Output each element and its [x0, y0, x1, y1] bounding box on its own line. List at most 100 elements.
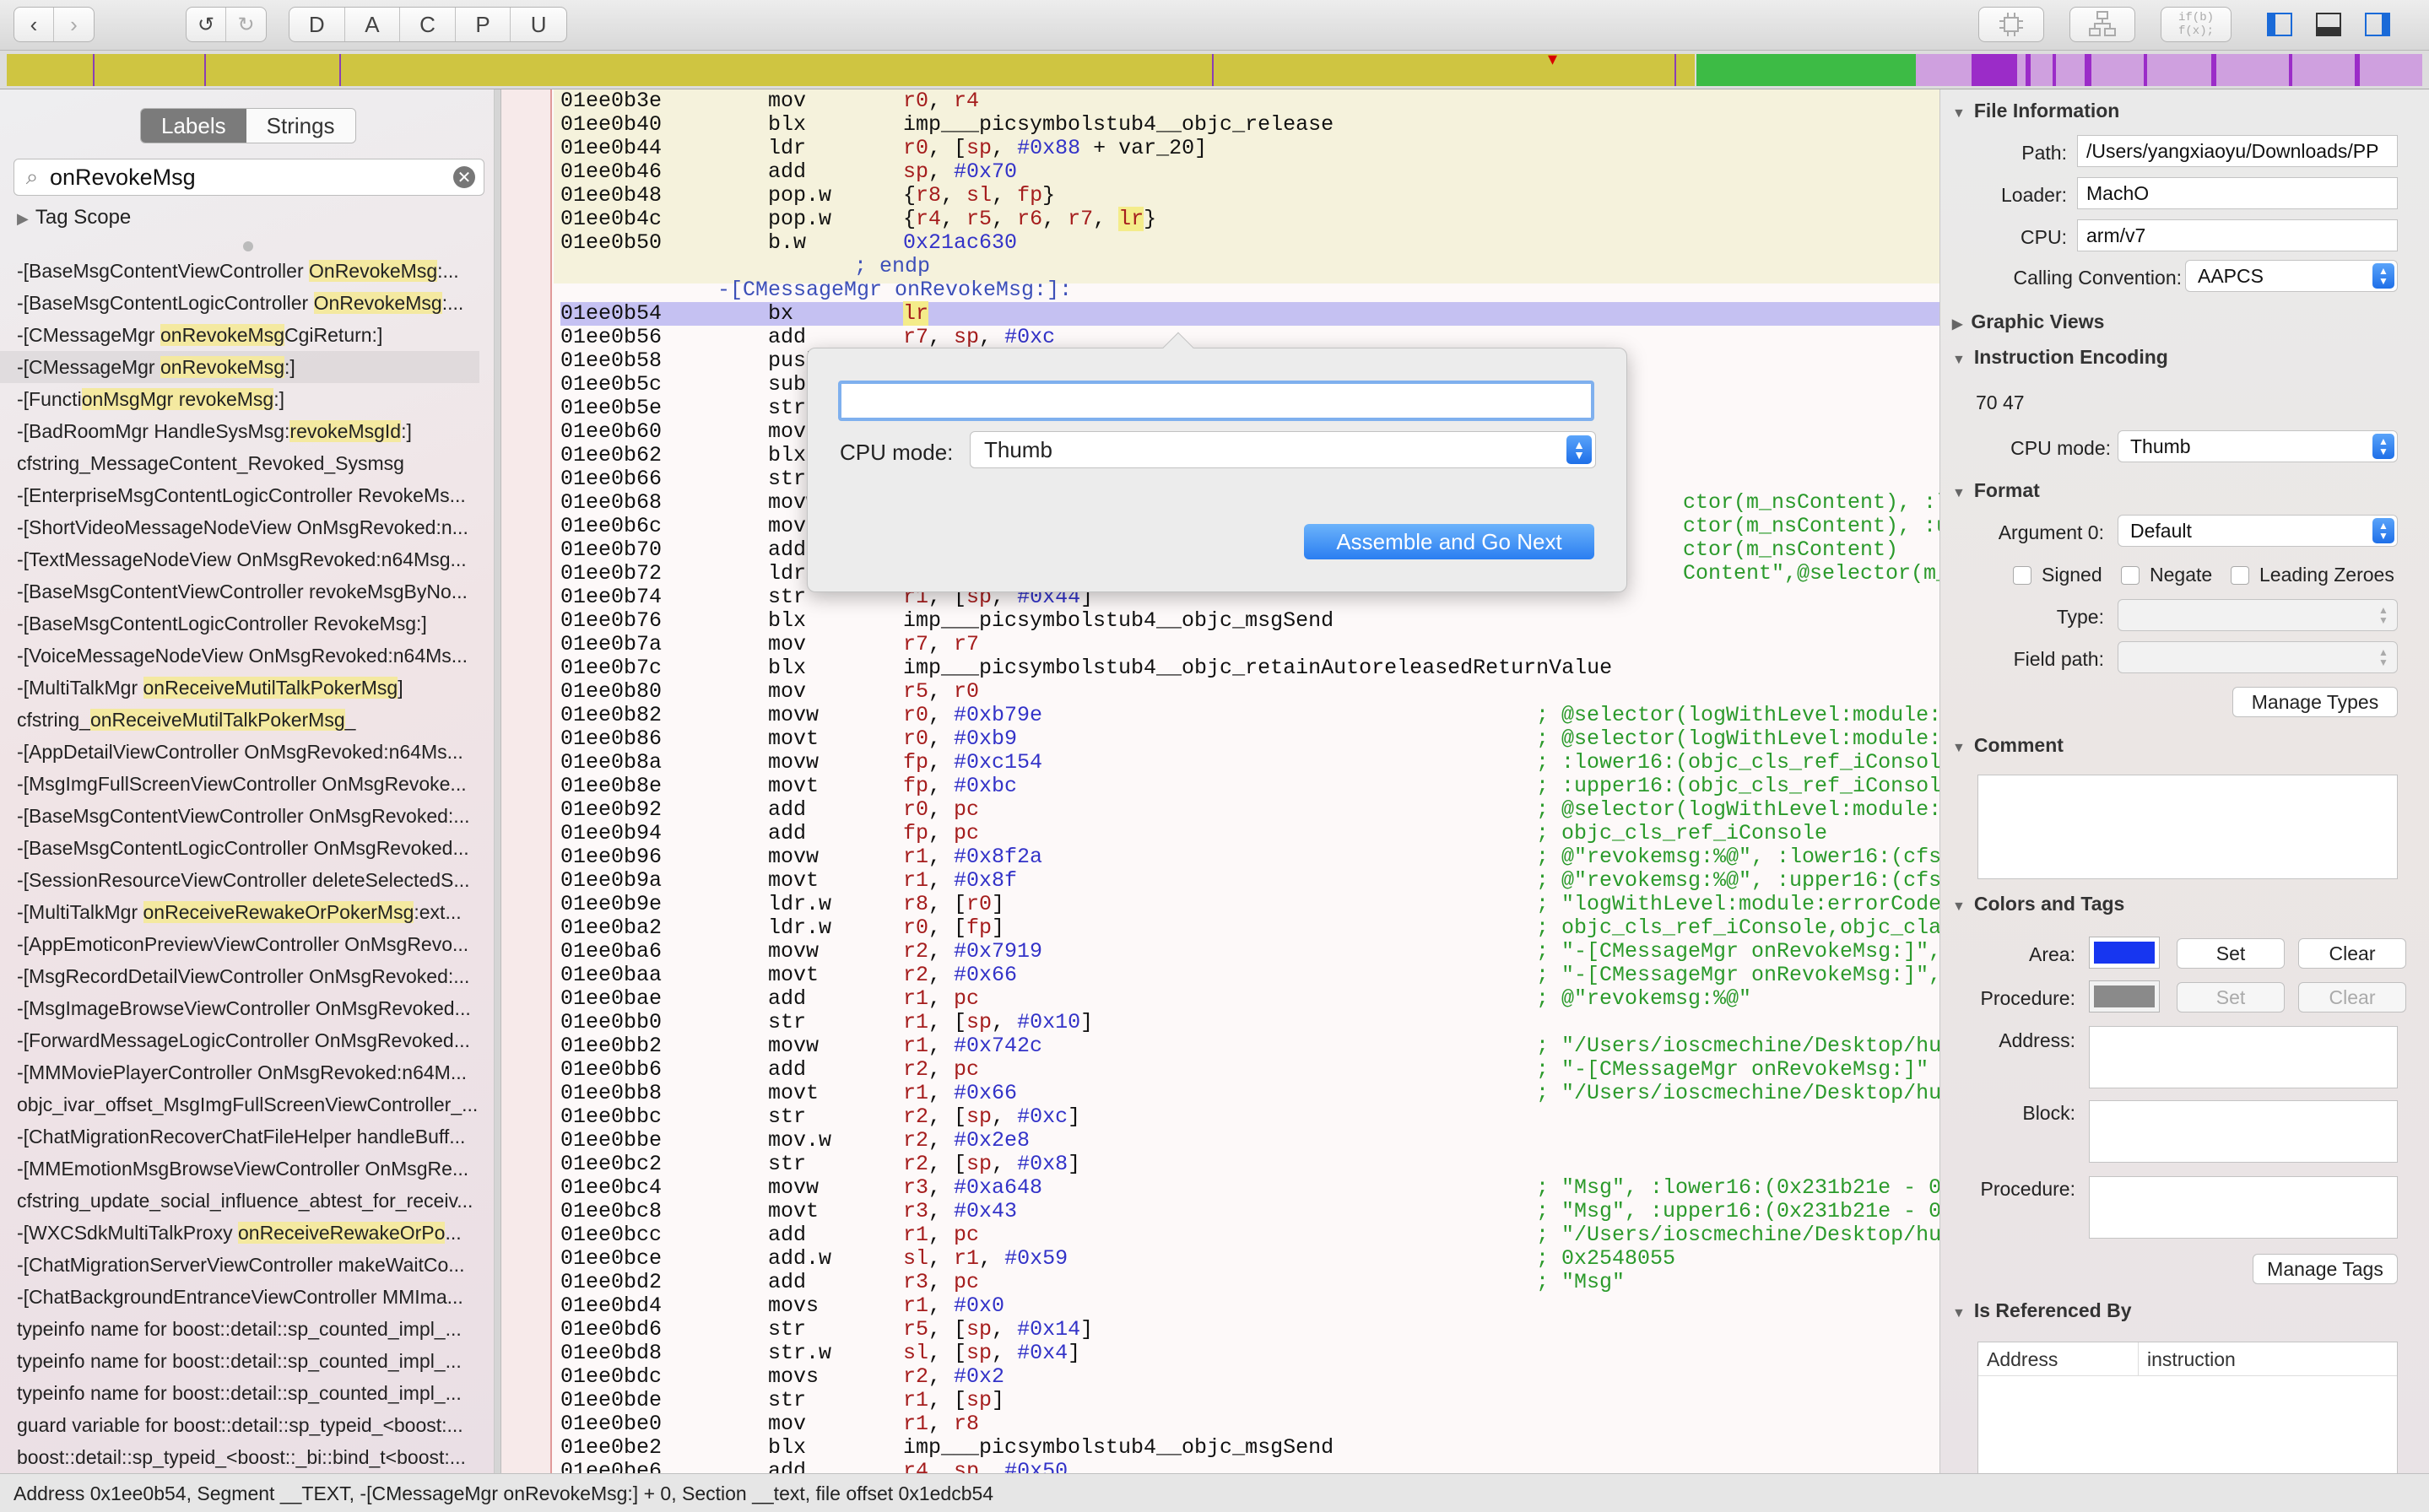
area-set-button[interactable]: Set — [2177, 938, 2285, 969]
label-list-item[interactable]: -[BaseMsgContentViewController OnMsgRevo… — [0, 800, 479, 832]
refs-col-instruction[interactable]: instruction — [2139, 1342, 2236, 1375]
label-list-item[interactable]: -[MsgImageBrowseViewController OnMsgRevo… — [0, 992, 479, 1024]
instruction-line[interactable]: 01ee0ba6 movw r2, #0x7919 ; "-[CMessageMgr … — [560, 940, 1939, 964]
instruction-line[interactable]: 01ee0b46 add sp, #0x70 — [560, 160, 1939, 184]
procedure-tags-field[interactable] — [2089, 1176, 2398, 1239]
procedure-end-line[interactable]: ; endp — [560, 255, 1939, 278]
label-list-item[interactable]: -[AppDetailViewController OnMsgRevoked:n… — [0, 736, 479, 768]
comment-textarea[interactable] — [1977, 775, 2398, 879]
instruction-line[interactable]: 01ee0bc8 movt r3, #0x43 ; "Msg", :upper16:(… — [560, 1200, 1939, 1223]
instruction-line[interactable]: 01ee0b50 b.w 0x21ac630 — [560, 231, 1939, 255]
instruction-line[interactable]: 01ee0b8e movt fp, #0xbc ; :upper16:(objc_cl… — [560, 775, 1939, 798]
segment-navigation-bar[interactable]: ▾ — [0, 51, 2429, 89]
instruction-line[interactable]: 01ee0bd8 str.w sl, [sp, #0x4] — [560, 1342, 1939, 1365]
label-list-item[interactable]: typeinfo name for boost::detail::sp_coun… — [0, 1377, 479, 1409]
label-list-item[interactable]: -[CMessageMgr onRevokeMsg:] — [0, 351, 479, 383]
instruction-line[interactable]: 01ee0bb2 movw r1, #0x742c ; "/Users/ioscmec… — [560, 1034, 1939, 1058]
instruction-line[interactable]: 01ee0b86 movt r0, #0xb9 ; @selector(logWith… — [560, 727, 1939, 751]
assembly-instruction-input[interactable] — [838, 381, 1594, 421]
back-button[interactable]: ‹ — [14, 8, 55, 41]
label-list-item[interactable]: -[ShortVideoMessageNodeView OnMsgRevoked… — [0, 511, 479, 543]
split-handle-dot[interactable] — [243, 241, 253, 251]
label-search-input[interactable] — [50, 164, 453, 191]
instruction-line[interactable]: 01ee0bde str r1, [sp] — [560, 1389, 1939, 1412]
left-pane-toggle[interactable] — [2255, 7, 2304, 42]
instruction-line[interactable]: 01ee0b76 blx imp___picsymbolstub4__objc_ms… — [560, 609, 1939, 633]
label-list-item[interactable]: -[WXCSdkMultiTalkProxy onReceiveRewakeOr… — [0, 1217, 479, 1249]
instruction-line[interactable]: 01ee0ba2 ldr.w r0, [fp] ; objc_cls_ref_iCon… — [560, 916, 1939, 940]
undo-button[interactable]: ↺ — [187, 8, 227, 41]
procedure-label-line[interactable]: -[CMessageMgr onRevokeMsg:]: — [560, 278, 1939, 302]
label-list-item[interactable]: -[TextMessageNodeView OnMsgRevoked:n64Ms… — [0, 543, 479, 575]
loader-field[interactable]: MachO — [2077, 177, 2398, 209]
colors-and-tags-header[interactable]: ▼ Colors and Tags — [1952, 893, 2124, 915]
instruction-line[interactable]: 01ee0b80 mov r5, r0 — [560, 680, 1939, 704]
procedure-clear-button[interactable]: Clear — [2298, 982, 2406, 1012]
label-list-item[interactable]: cfstring_onReceiveMutilTalkPokerMsg_ — [0, 704, 479, 736]
area-color-well[interactable] — [2089, 937, 2160, 969]
instruction-line[interactable]: 01ee0be6 add r4, sp, #0x50 — [560, 1460, 1939, 1474]
instruction-line[interactable]: 01ee0bbc str r2, [sp, #0xc] — [560, 1105, 1939, 1129]
comment-header[interactable]: ▼ Comment — [1952, 734, 2064, 757]
instruction-line[interactable]: 01ee0b92 add r0, pc ; @selector(logWithLeve… — [560, 798, 1939, 822]
label-list-item[interactable]: boost::detail::sp_typeid_<boost::_bi::bi… — [0, 1441, 479, 1473]
label-list-item[interactable]: -[MsgRecordDetailViewController OnMsgRev… — [0, 960, 479, 992]
mode-code-button[interactable]: C — [400, 8, 456, 41]
instruction-line[interactable]: 01ee0baa movt r2, #0x66 ; "-[CMessageMgr on… — [560, 964, 1939, 987]
forward-button[interactable]: › — [54, 8, 94, 41]
instruction-line[interactable]: 01ee0bb0 str r1, [sp, #0x10] — [560, 1011, 1939, 1034]
block-tags-field[interactable] — [2089, 1100, 2398, 1163]
instruction-line[interactable]: 01ee0b40 blx imp___picsymbolstub4__objc_re… — [560, 113, 1939, 137]
argument-format-select[interactable]: Default ▲ ▼ — [2118, 515, 2398, 547]
instruction-line[interactable]: 01ee0b8a movw fp, #0xc154 ; :lower16:(objc_… — [560, 751, 1939, 775]
label-list-item[interactable]: typeinfo name for boost::detail::sp_coun… — [0, 1345, 479, 1377]
label-list-item[interactable]: -[FunctionMsgMgr revokeMsg:] — [0, 383, 479, 415]
label-list-item[interactable]: -[BaseMsgContentViewController OnRevokeM… — [0, 255, 479, 287]
label-list-item[interactable]: -[MMMoviePlayerController OnMsgRevoked:n… — [0, 1056, 479, 1088]
tab-labels[interactable]: Labels — [141, 109, 246, 143]
manage-types-button[interactable]: Manage Types — [2232, 687, 2398, 717]
bottom-pane-toggle[interactable] — [2304, 7, 2353, 42]
instruction-line[interactable]: 01ee0b4c pop.w {r4, r5, r6, r7, lr} — [560, 207, 1939, 231]
refs-col-address[interactable]: Address — [1978, 1342, 2139, 1375]
signed-checkbox[interactable]: Signed — [2013, 564, 2102, 586]
instruction-line[interactable]: 01ee0be2 blx imp___picsymbolstub4__objc_ms… — [560, 1436, 1939, 1460]
label-list-item[interactable]: -[BadRoomMgr HandleSysMsg:revokeMsgId:] — [0, 415, 479, 447]
flowchart-button[interactable] — [2069, 7, 2135, 42]
label-list-item[interactable]: -[BaseMsgContentLogicController RevokeMs… — [0, 608, 479, 640]
instruction-line[interactable]: 01ee0be0 mov r1, r8 — [560, 1412, 1939, 1436]
encoding-cpu-mode-select[interactable]: Thumb ▲ ▼ — [2118, 430, 2398, 462]
disassembly-view[interactable]: 01ee0b3e mov r0, r4 01ee0b40 blx imp___picsym… — [501, 89, 1939, 1473]
label-list-item[interactable]: cfstring_update_social_influence_abtest_… — [0, 1185, 479, 1217]
right-pane-toggle[interactable] — [2353, 7, 2402, 42]
redo-button[interactable]: ↻ — [226, 8, 266, 41]
procedure-color-well[interactable] — [2089, 980, 2160, 1012]
sidebar-splitter[interactable] — [495, 89, 501, 1473]
tag-scope-disclosure[interactable]: ▶ Tag Scope — [17, 206, 131, 230]
path-field[interactable]: /Users/yangxiaoyu/Downloads/PP — [2077, 135, 2398, 167]
label-list-item[interactable]: -[ChatBackgroundEntranceViewController M… — [0, 1281, 479, 1313]
label-list-item[interactable]: -[MMEmotionMsgBrowseViewController OnMsg… — [0, 1153, 479, 1185]
instruction-line[interactable]: 01ee0bc2 str r2, [sp, #0x8] — [560, 1153, 1939, 1176]
label-list-item[interactable]: -[AppEmoticonPreviewViewController OnMsg… — [0, 928, 479, 960]
label-list-item[interactable]: cfstring_MessageContent_Revoked_Sysmsg — [0, 447, 479, 479]
instruction-line[interactable]: 01ee0bbe mov.w r2, #0x2e8 — [560, 1129, 1939, 1153]
instruction-line[interactable]: 01ee0b82 movw r0, #0xb79e ; @selector(logWi… — [560, 704, 1939, 727]
cpu-icon-button[interactable] — [1978, 7, 2044, 42]
label-list-item[interactable]: -[MultiTalkMgr onReceiveMutilTalkPokerMs… — [0, 672, 479, 704]
instruction-encoding-header[interactable]: ▼ Instruction Encoding — [1952, 346, 2168, 369]
mode-ascii-button[interactable]: A — [345, 8, 401, 41]
instruction-line[interactable]: 01ee0b7a mov r7, r7 — [560, 633, 1939, 656]
instruction-line[interactable]: 01ee0bce add.w sl, r1, #0x59 ; 0x2548055 — [560, 1247, 1939, 1271]
instruction-line[interactable]: 01ee0bd4 movs r1, #0x0 — [560, 1294, 1939, 1318]
instruction-line[interactable]: 01ee0bae add r1, pc ; @"revokemsg:%@" — [560, 987, 1939, 1011]
label-list-item[interactable]: objc_ivar_offset_MsgImgFullScreenViewCon… — [0, 1088, 479, 1120]
label-list-item[interactable]: -[BaseMsgContentLogicController OnMsgRev… — [0, 832, 479, 864]
instruction-line[interactable]: 01ee0bb8 movt r1, #0x66 ; "/Users/ioscmechi… — [560, 1082, 1939, 1105]
field-path-select[interactable]: ▲ ▼ — [2118, 641, 2398, 673]
clear-search-icon[interactable]: ✕ — [453, 166, 475, 188]
tab-strings[interactable]: Strings — [246, 109, 355, 143]
instruction-line[interactable]: 01ee0bcc add r1, pc ; "/Users/ioscmechine/D… — [560, 1223, 1939, 1247]
label-list-item[interactable]: -[SessionResourceViewController deleteSe… — [0, 864, 479, 896]
label-list-item[interactable]: -[BaseMsgContentLogicController OnRevoke… — [0, 287, 479, 319]
